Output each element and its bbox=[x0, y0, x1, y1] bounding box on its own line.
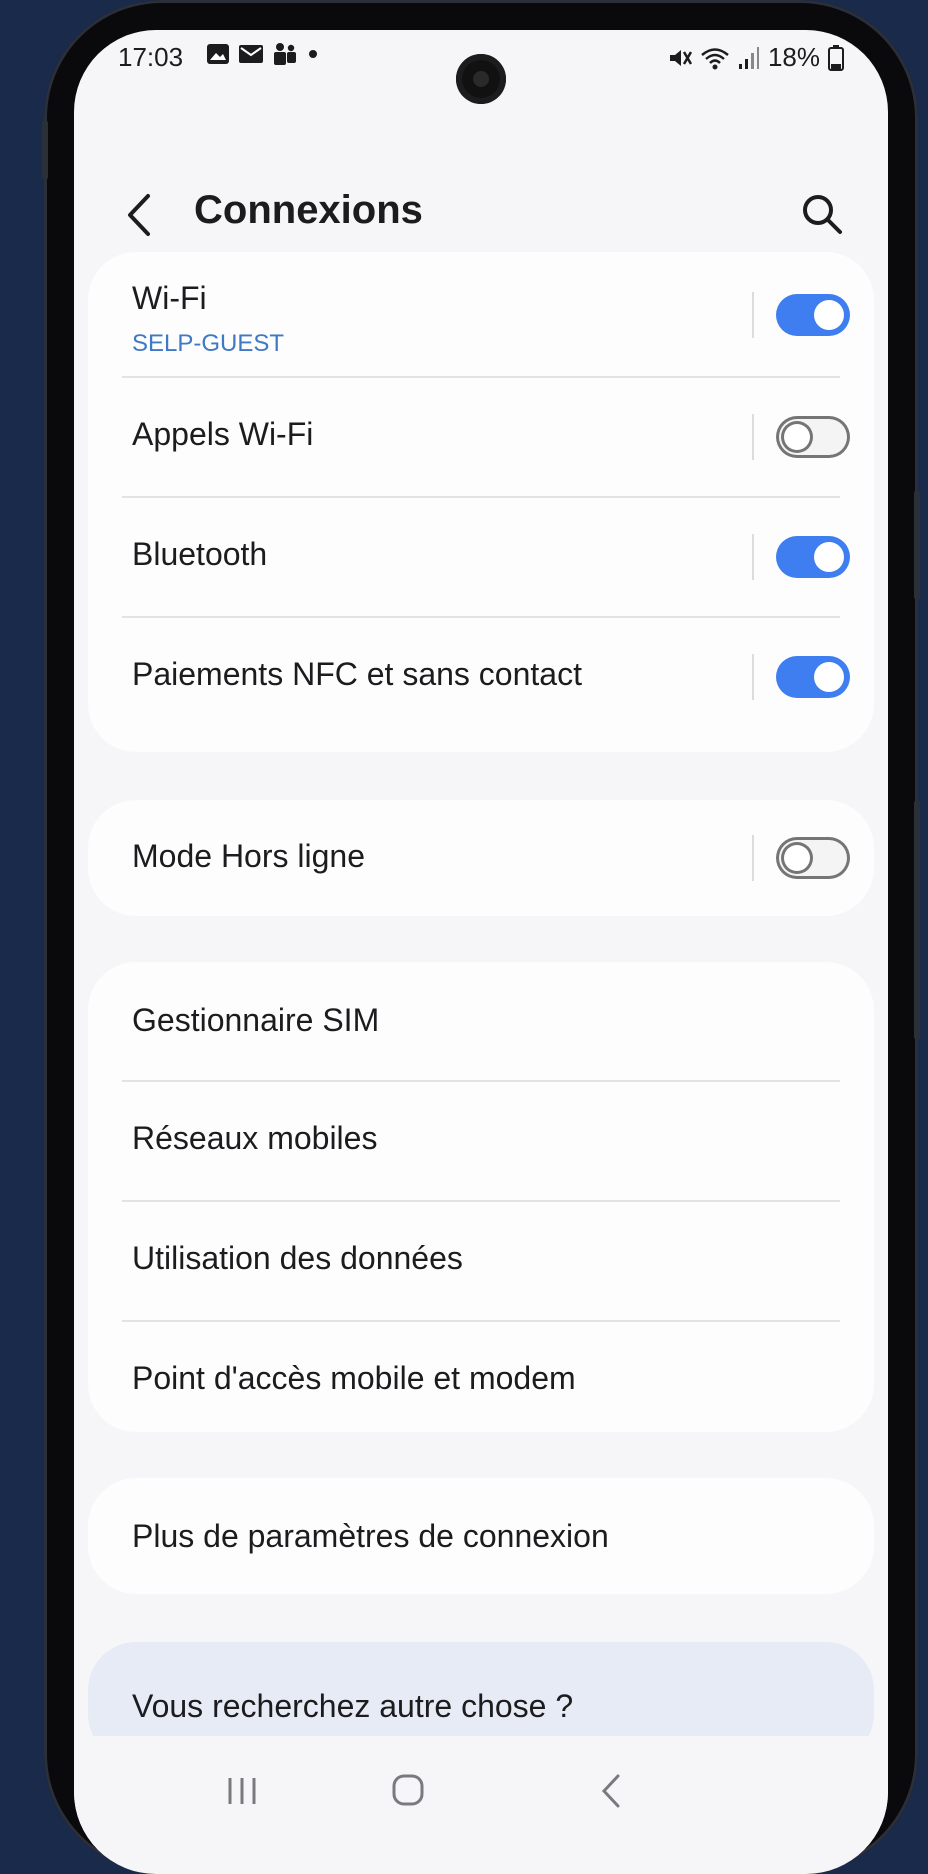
nfc-label: Paiements NFC et sans contact bbox=[132, 656, 582, 692]
hotspot-row[interactable]: Point d'accès mobile et modem bbox=[88, 1322, 874, 1432]
sim-manager-label: Gestionnaire SIM bbox=[132, 1002, 380, 1038]
more-settings-row[interactable]: Plus de paramètres de connexion bbox=[88, 1478, 874, 1594]
nfc-row[interactable]: Paiements NFC et sans contact bbox=[88, 618, 874, 738]
airplane-mode-label: Mode Hors ligne bbox=[132, 838, 365, 874]
wifi-row[interactable]: Wi-Fi SELP-GUEST bbox=[88, 252, 874, 376]
toggle-knob bbox=[814, 662, 844, 692]
separator bbox=[752, 654, 754, 700]
toggle-knob bbox=[784, 424, 810, 450]
app-header: Connexions bbox=[74, 170, 888, 260]
status-right: 18% bbox=[668, 42, 844, 73]
sim-manager-row[interactable]: Gestionnaire SIM bbox=[88, 962, 874, 1080]
front-camera bbox=[456, 54, 506, 104]
airplane-mode-row[interactable]: Mode Hors ligne bbox=[88, 800, 874, 916]
wifi-calling-toggle[interactable] bbox=[776, 416, 850, 458]
wifi-toggle[interactable] bbox=[776, 294, 850, 336]
bluetooth-toggle[interactable] bbox=[776, 536, 850, 578]
wifi-label: Wi-Fi bbox=[132, 280, 207, 316]
hotspot-label: Point d'accès mobile et modem bbox=[132, 1360, 576, 1396]
wifi-calling-label: Appels Wi-Fi bbox=[132, 416, 314, 452]
airplane-mode-toggle[interactable] bbox=[776, 837, 850, 879]
home-icon[interactable] bbox=[378, 1766, 438, 1816]
navigation-bar bbox=[74, 1736, 888, 1846]
separator bbox=[752, 414, 754, 460]
status-time: 17:03 bbox=[118, 42, 184, 72]
back-nav-icon[interactable] bbox=[582, 1766, 642, 1816]
wifi-calling-row[interactable]: Appels Wi-Fi bbox=[88, 378, 874, 496]
toggle-knob bbox=[784, 845, 810, 871]
separator bbox=[752, 534, 754, 580]
wifi-network-name: SELP-GUEST bbox=[132, 330, 285, 357]
network-card: Gestionnaire SIM Réseaux mobiles Utilisa… bbox=[88, 962, 874, 1432]
signal-icon bbox=[738, 46, 759, 69]
search-icon[interactable] bbox=[800, 192, 844, 236]
separator bbox=[752, 292, 754, 338]
mail-icon bbox=[239, 45, 263, 63]
toggle-knob bbox=[814, 542, 844, 572]
nfc-toggle[interactable] bbox=[776, 656, 850, 698]
wifi-icon bbox=[701, 47, 729, 69]
teams-icon bbox=[274, 43, 296, 65]
battery-percentage: 18% bbox=[767, 42, 820, 72]
image-icon bbox=[207, 44, 229, 64]
phone-button bbox=[42, 120, 48, 180]
data-usage-row[interactable]: Utilisation des données bbox=[88, 1202, 874, 1320]
screen: 17:03 18% Connexions Wi-Fi SELP-GUEST Ap… bbox=[74, 30, 888, 1874]
volume-button bbox=[914, 490, 920, 600]
back-arrow-icon[interactable] bbox=[118, 190, 162, 240]
dot-icon bbox=[309, 50, 317, 58]
separator bbox=[752, 835, 754, 881]
toggle-knob bbox=[814, 300, 844, 330]
more-settings-card: Plus de paramètres de connexion bbox=[88, 1478, 874, 1594]
data-usage-label: Utilisation des données bbox=[132, 1240, 463, 1276]
mobile-networks-row[interactable]: Réseaux mobiles bbox=[88, 1082, 874, 1200]
more-settings-label: Plus de paramètres de connexion bbox=[132, 1518, 609, 1554]
airplane-card: Mode Hors ligne bbox=[88, 800, 874, 916]
notification-icons bbox=[206, 42, 320, 66]
bluetooth-row[interactable]: Bluetooth bbox=[88, 498, 874, 616]
recent-apps-icon[interactable] bbox=[212, 1766, 272, 1816]
bluetooth-label: Bluetooth bbox=[132, 536, 268, 572]
battery-icon bbox=[828, 44, 844, 71]
mobile-networks-label: Réseaux mobiles bbox=[132, 1120, 378, 1156]
mute-icon bbox=[669, 49, 692, 66]
power-button bbox=[914, 800, 920, 1040]
page-title: Connexions bbox=[194, 188, 423, 232]
connectivity-card: Wi-Fi SELP-GUEST Appels Wi-Fi Bluetooth … bbox=[88, 252, 874, 752]
suggestion-label: Vous recherchez autre chose ? bbox=[132, 1688, 574, 1724]
